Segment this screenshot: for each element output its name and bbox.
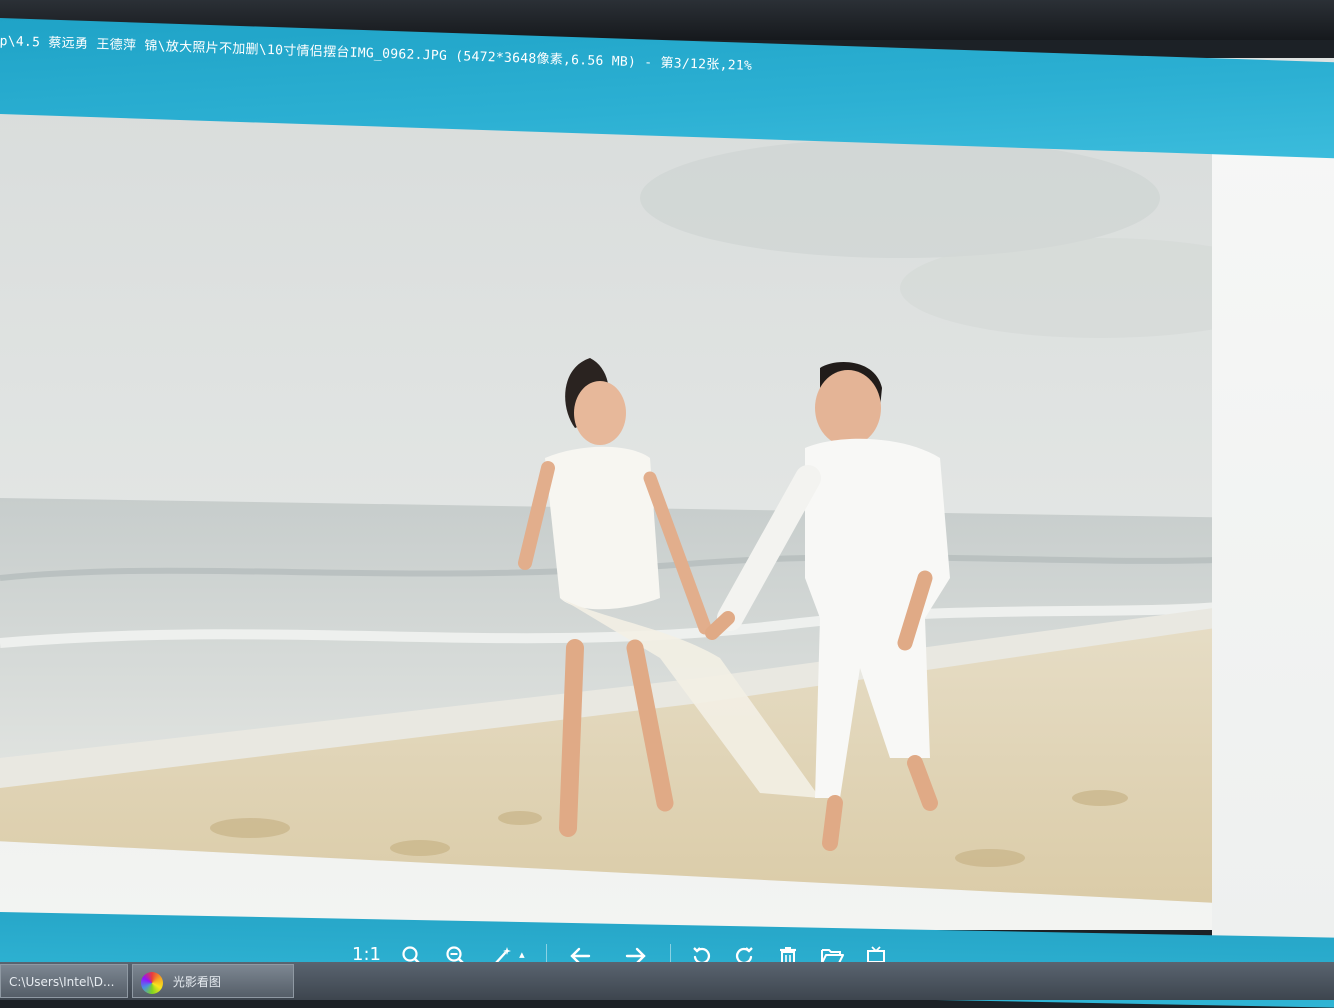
magic-dropdown-caret: ▴ [519, 948, 525, 961]
photo-display [0, 58, 1334, 904]
beach-couple-photo [0, 58, 1334, 904]
image-viewer-app-icon [141, 971, 163, 994]
taskbar-item-label: 光影看图 [172, 975, 221, 989]
taskbar-item-explorer[interactable]: C:\Users\Intel\D... [0, 964, 128, 998]
taskbar-item-image-viewer[interactable]: 光影看图 [132, 964, 294, 998]
taskbar-item-label: C:\Users\Intel\D... [9, 975, 115, 989]
viewer-right-margin [1212, 120, 1334, 950]
